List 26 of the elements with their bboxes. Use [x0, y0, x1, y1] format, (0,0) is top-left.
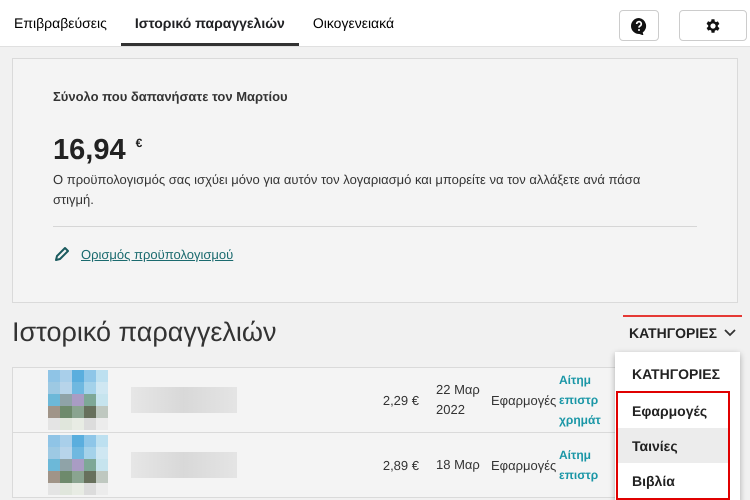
section-title: Ιστορικό παραγγελιών — [12, 316, 276, 348]
help-button[interactable] — [619, 10, 659, 41]
category: Εφαρμογές — [490, 458, 557, 472]
categories-dropdown[interactable]: ΚΑΤΗΓΟΡΙΕΣ — [623, 315, 742, 349]
category: Εφαρμογές — [490, 392, 557, 408]
settings-icon — [704, 16, 722, 34]
price: 2,29 € — [382, 392, 419, 408]
currency: € — [136, 136, 142, 150]
set-budget-link[interactable]: Ορισμός προϋπολογισμού — [81, 246, 234, 262]
tab[interactable]: Επιβραβεύσεις — [14, 0, 121, 46]
menu-item[interactable]: Ταινίες — [618, 428, 728, 463]
thumbnail-placeholder — [48, 370, 108, 430]
thumbnail-placeholder — [48, 435, 108, 495]
help-icon — [630, 16, 648, 34]
menu-item[interactable]: ΚΑΤΗΓΟΡΙΕΣ — [615, 356, 740, 391]
tab[interactable]: Οικογενειακά — [298, 0, 408, 46]
budget-note: Ο προϋπολογισμός σας ισχύει μόνο για αυτόν τον λογαριασμό και μπορείτε να τον αλλάξετε ανά πάσα στιγμή. — [53, 171, 642, 209]
date: 22 Μαρ 2022 — [435, 381, 481, 419]
settings-button[interactable] — [679, 10, 747, 41]
budget-title: Σύνολο που δαπανήσατε τον Μαρτίου — [53, 89, 289, 104]
price: 2,89 € — [382, 458, 419, 472]
amount: 16,94 — [53, 134, 126, 167]
pencil-icon — [53, 245, 71, 263]
date: 18 Μαρ — [435, 456, 481, 474]
chevron-icon — [724, 329, 736, 337]
tab[interactable]: Ιστορικό παραγγελιών — [120, 0, 299, 46]
